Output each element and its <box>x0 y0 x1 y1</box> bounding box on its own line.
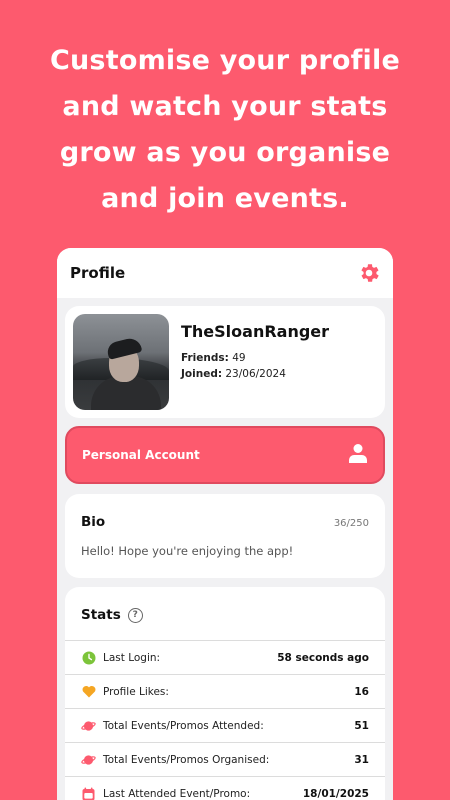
help-icon[interactable]: ? <box>127 607 143 623</box>
headline-line-3: grow as you organise <box>59 137 391 168</box>
headline-line-2: and watch your stats <box>62 91 388 122</box>
stats-list: Last Login: 58 seconds ago Profile Likes… <box>65 640 385 800</box>
account-label: Personal Account <box>82 448 200 462</box>
headline-line-4: and join events. <box>101 183 349 214</box>
app-bar: Profile <box>57 248 393 298</box>
headline: Customise your profile and watch your st… <box>0 38 450 222</box>
headline-line-1: Customise your profile <box>50 45 400 76</box>
phone-screen: Profile TheSloanRanger Friends: 49 Joine… <box>57 248 393 800</box>
planet-icon <box>81 752 96 767</box>
bio-text: Hello! Hope you're enjoying the app! <box>81 544 294 558</box>
planet-icon <box>81 718 96 733</box>
calendar-icon <box>81 786 96 800</box>
stats-title: Stats ? <box>81 607 143 623</box>
stat-row-events-attended: Total Events/Promos Attended: 51 <box>65 709 385 743</box>
heart-icon <box>81 684 96 699</box>
gear-icon[interactable] <box>357 261 381 285</box>
page-title: Profile <box>70 264 126 282</box>
stat-row-last-login: Last Login: 58 seconds ago <box>65 641 385 675</box>
personal-account-button[interactable]: Personal Account <box>65 426 385 484</box>
profile-card: TheSloanRanger Friends: 49 Joined: 23/06… <box>65 306 385 418</box>
username: TheSloanRanger <box>181 322 330 341</box>
bio-char-count: 36/250 <box>333 518 369 529</box>
stat-row-events-organised: Total Events/Promos Organised: 31 <box>65 743 385 777</box>
stat-row-last-attended: Last Attended Event/Promo: 18/01/2025 <box>65 777 385 800</box>
stat-row-profile-likes: Profile Likes: 16 <box>65 675 385 709</box>
clock-icon <box>81 650 96 665</box>
friends-count: Friends: 49 <box>181 352 246 364</box>
stats-card: Stats ? Last Login: 58 seconds ago Profi… <box>65 587 385 800</box>
bio-title: Bio <box>81 514 106 530</box>
bio-card[interactable]: Bio 36/250 Hello! Hope you're enjoying t… <box>65 494 385 578</box>
person-icon <box>347 442 369 468</box>
avatar[interactable] <box>73 314 169 410</box>
joined-date: Joined: 23/06/2024 <box>181 368 286 380</box>
